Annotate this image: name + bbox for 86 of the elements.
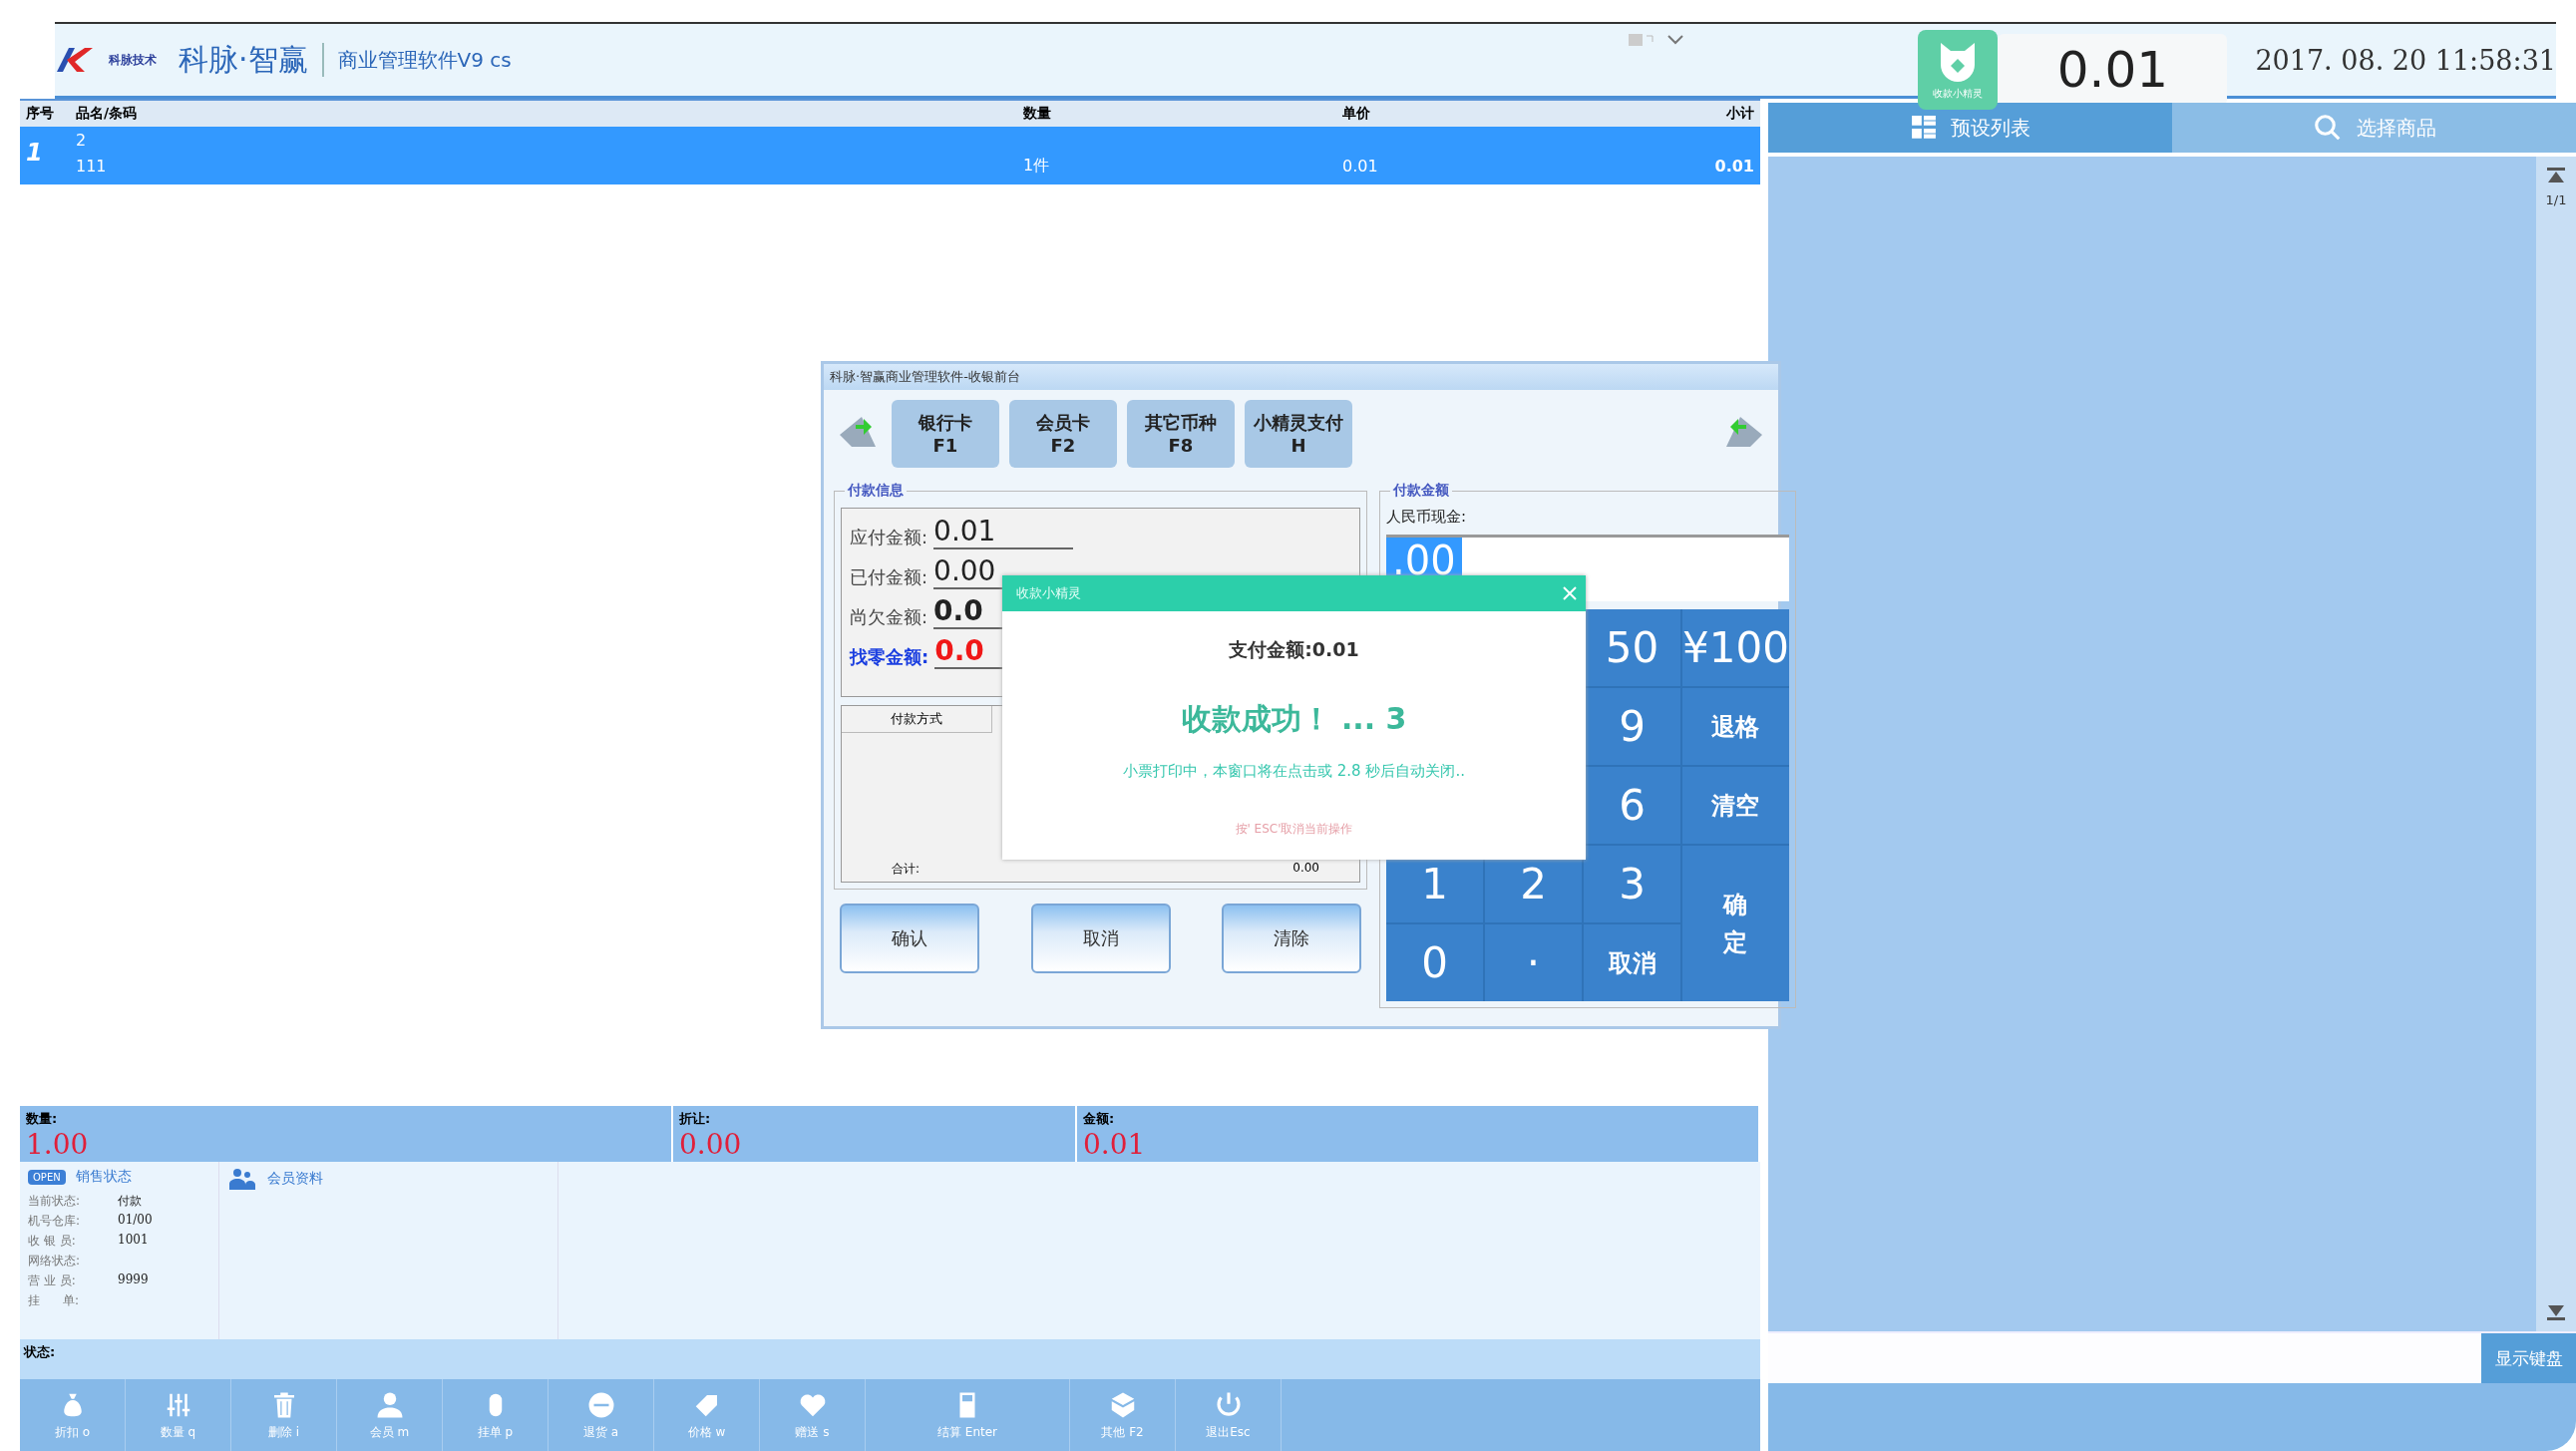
keypad-key[interactable]: · [1485, 924, 1582, 1001]
scrollbar[interactable]: 1/1 [2536, 157, 2576, 1331]
amount-label: 应付金额: [850, 526, 928, 549]
page-indicator: 1/1 [2545, 192, 2567, 207]
keyboard-button[interactable]: 显示键盘 [2481, 1333, 2576, 1383]
close-icon [1562, 585, 1578, 601]
item-quantity: 1件 [1023, 155, 1051, 177]
field-label: 营 业 员: [28, 1272, 77, 1289]
close-button[interactable] [1562, 585, 1578, 601]
keypad-key[interactable]: 9 [1584, 688, 1680, 765]
success-message: 收款成功！ ... 3 [1181, 700, 1407, 738]
amount-label: 找零金额: [850, 645, 929, 669]
summary-value: 0.00 [679, 1128, 743, 1161]
toolbar-button[interactable]: 折扣 o [20, 1379, 126, 1451]
field-label: 机号仓库: [28, 1213, 82, 1230]
field-value: 9999 [118, 1272, 149, 1288]
logo-icon [55, 46, 95, 74]
column-header: 品名/条码 [76, 105, 139, 123]
total-value: 0.00 [1292, 861, 1319, 877]
esc-hint: 按' ESC'取消当前操作 [1235, 821, 1353, 838]
keypad-key[interactable]: 50 [1584, 609, 1680, 686]
status-label: 状态: [24, 1344, 56, 1359]
summary-label: 数量: [26, 1110, 59, 1128]
payment-method-button[interactable]: 银行卡 F1 [892, 399, 999, 468]
field-label: 网络状态: [28, 1253, 82, 1270]
badge-label: 收款小精灵 [1933, 87, 1984, 101]
keypad-key[interactable]: 3 [1584, 846, 1680, 922]
table-row[interactable]: 1 2 111 1件 0.01 0.01 [20, 127, 1760, 184]
section-title: 销售状态 [75, 1168, 132, 1186]
column-header: 小计 [1725, 105, 1754, 123]
keypad-key[interactable]: 取消 [1584, 924, 1680, 1001]
total-label: 合计: [892, 861, 920, 878]
amount-value: 0.01 [933, 515, 1074, 549]
logo-text: 科脉技术 [109, 51, 157, 69]
amount-label: 已付金额: [850, 565, 928, 589]
dialog-title: 科脉·智赢商业管理软件-收银前台 [824, 364, 1778, 390]
field-value: 1001 [118, 1233, 149, 1249]
summary-value: 0.01 [1083, 1128, 1147, 1161]
item-subtotal: 0.01 [1713, 156, 1754, 176]
date-time: 2017. 08. 20 11:58:31 [2255, 44, 2556, 76]
column-header: 数量 [1023, 105, 1052, 123]
open-sign: OPEN [28, 1169, 66, 1185]
list-icon [1910, 115, 1937, 141]
dialog-button[interactable]: 清除 [1222, 904, 1361, 973]
column-header: 单价 [1342, 105, 1371, 123]
scroll-top-icon[interactable] [2546, 167, 2566, 184]
scroll-bottom-icon[interactable] [2546, 1303, 2566, 1321]
brand-title: 科脉·智赢 [179, 40, 308, 79]
item-code: 111 [76, 156, 108, 176]
payment-method-button[interactable]: 小精灵支付 H [1245, 399, 1352, 468]
panel-tab[interactable]: 预设列表 [1768, 103, 2172, 153]
payment-method-button[interactable]: 其它币种 F8 [1127, 399, 1235, 468]
keypad-key[interactable]: 清空 [1682, 767, 1789, 844]
summary-label: 折让: [679, 1110, 712, 1128]
summary-value: 1.00 [26, 1128, 90, 1161]
field-label: 挂 单: [28, 1292, 80, 1309]
chevron-down-icon[interactable] [1666, 33, 1685, 47]
keypad-key[interactable]: 确定 [1682, 846, 1789, 1001]
cash-label: 人民币现金: [1386, 508, 1468, 527]
keypad-key[interactable]: 退格 [1682, 688, 1789, 765]
field-label: 当前状态: [28, 1193, 82, 1210]
field-value: 付款 [118, 1193, 142, 1210]
total-amount: 0.01 [1998, 34, 2228, 106]
keypad-key[interactable]: 6 [1584, 767, 1680, 844]
people-icon [227, 1168, 257, 1190]
group-title: 付款信息 [845, 482, 907, 500]
dialog-button[interactable]: 确认 [840, 904, 979, 973]
item-price: 0.01 [1342, 156, 1379, 176]
row-index: 1 [26, 139, 44, 167]
item-name: 2 [76, 130, 88, 150]
column-header: 序号 [26, 105, 55, 123]
payment-amount: 支付金额:0.01 [1229, 637, 1359, 662]
keypad-key[interactable]: ¥100 [1682, 609, 1789, 686]
section-title: 会员资料 [267, 1170, 323, 1188]
column-header: 付款方式 [842, 706, 992, 733]
printing-note: 小票打印中，本窗口将在点击或 2.8 秒后自动关闭.. [1123, 762, 1465, 781]
amount-label: 尚欠金额: [850, 605, 928, 629]
search-icon [2312, 113, 2343, 143]
dialog-button[interactable]: 取消 [1030, 904, 1171, 973]
field-label: 收 银 员: [28, 1233, 77, 1250]
group-title: 付款金额 [1390, 482, 1452, 500]
keypad-key[interactable]: 0 [1386, 924, 1483, 1001]
product-name: 商业管理软件V9 cs [337, 46, 512, 74]
payment-method-button[interactable]: 会员卡 F2 [1009, 399, 1117, 468]
field-value: 01/00 [118, 1213, 153, 1229]
summary-label: 金额: [1083, 1110, 1116, 1128]
